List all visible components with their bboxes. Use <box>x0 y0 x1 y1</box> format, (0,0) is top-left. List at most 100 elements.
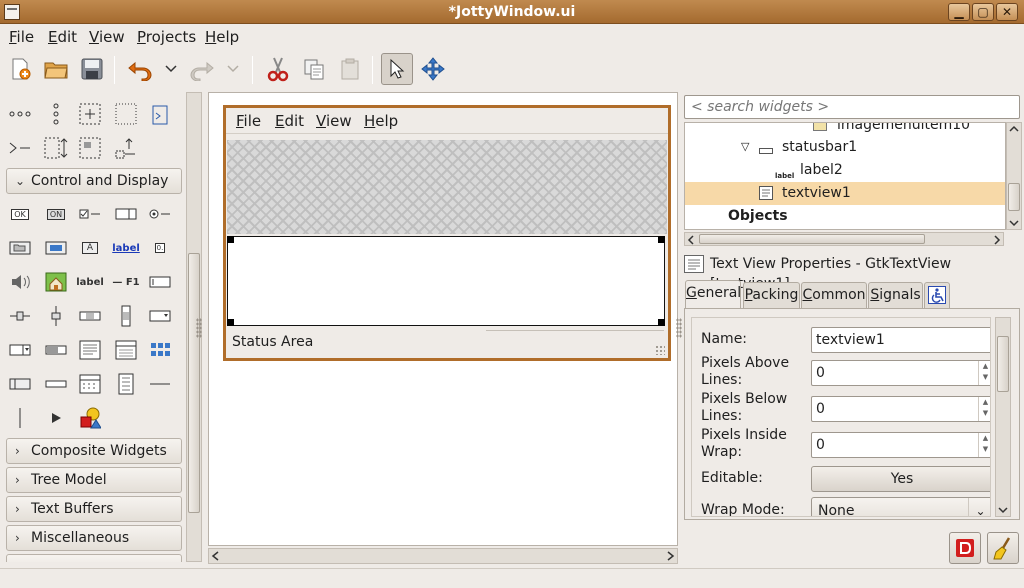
tree-row[interactable]: imagemenuitem10 <box>685 123 1005 137</box>
jotty-menu-file[interactable]: File <box>236 111 261 131</box>
drag-resize-icon[interactable] <box>417 53 449 85</box>
icon-view-icon[interactable] <box>148 338 172 362</box>
tab-packing[interactable]: Packing <box>743 282 800 308</box>
notebook-icon[interactable] <box>148 102 172 126</box>
spin-arrows-icon[interactable]: ▲ ▼ <box>978 397 990 421</box>
menu-projects[interactable]: Projects <box>137 27 196 47</box>
debug-button[interactable] <box>949 532 981 564</box>
palette-group-control-display[interactable]: ⌄ Control and Display <box>6 168 182 194</box>
vscale-icon[interactable] <box>44 304 68 328</box>
tab-accessibility[interactable] <box>924 282 950 308</box>
table-layout-icon[interactable] <box>78 102 102 126</box>
save-icon[interactable] <box>76 53 108 85</box>
menu-view[interactable]: View <box>89 27 125 47</box>
jotty-menu-help[interactable]: Help <box>364 111 398 131</box>
pixels-inside-wrap-spin[interactable]: 0 ▲ ▼ <box>811 432 990 458</box>
font-button-icon[interactable]: A <box>78 236 102 260</box>
pixels-above-spin[interactable]: 0 ▲ ▼ <box>811 360 990 386</box>
hbox-icon[interactable] <box>8 102 32 126</box>
vscrollbar-icon[interactable] <box>114 304 138 328</box>
design-horizontal-scrollbar[interactable] <box>208 548 678 564</box>
tree-row-selected[interactable]: textview1 <box>685 182 1005 205</box>
editable-toggle-button[interactable]: Yes <box>811 466 990 492</box>
hscale-icon[interactable] <box>8 304 32 328</box>
resize-handle[interactable] <box>658 319 665 326</box>
resize-handle[interactable] <box>658 236 665 243</box>
accel-label-icon[interactable]: — F1 <box>112 270 139 294</box>
tree-vertical-scrollbar[interactable] <box>1006 122 1022 230</box>
undo-history-chevron-icon[interactable] <box>162 53 180 85</box>
button-icon[interactable]: OK <box>8 202 32 226</box>
scroll-left-icon[interactable] <box>687 235 695 245</box>
tab-general[interactable]: General <box>685 280 741 309</box>
link-button-icon[interactable]: label <box>112 236 140 260</box>
text-view-icon[interactable] <box>78 338 102 362</box>
spin-arrows-icon[interactable]: ▲ ▼ <box>978 361 990 385</box>
close-button[interactable]: ✕ <box>996 3 1018 21</box>
clear-button[interactable] <box>987 532 1019 564</box>
check-button-icon[interactable] <box>78 202 102 226</box>
palette-group-text-buffers[interactable]: › Text Buffers <box>6 496 182 522</box>
resize-handle[interactable] <box>227 236 234 243</box>
file-chooser-button-icon[interactable] <box>8 236 32 260</box>
spin-arrows-icon[interactable]: ▲ ▼ <box>978 433 990 457</box>
pixels-below-spin[interactable]: 0 ▲ ▼ <box>811 396 990 422</box>
jotty-menu-bar[interactable]: File Edit View Help <box>226 108 668 134</box>
select-pointer-icon[interactable] <box>381 53 413 85</box>
tree-horizontal-scrollbar[interactable] <box>684 232 1004 246</box>
spin-button-icon[interactable] <box>114 202 138 226</box>
jotty-window-preview[interactable]: File Edit View Help Status Area <box>223 105 671 361</box>
vseparator-icon[interactable] <box>8 406 32 430</box>
tree-row[interactable]: label label2 <box>685 159 1005 182</box>
hpaned-icon[interactable] <box>8 136 32 160</box>
radio-button-icon[interactable] <box>148 202 172 226</box>
combo-box-icon[interactable] <box>148 304 172 328</box>
statusbar-icon[interactable] <box>8 372 32 396</box>
minimize-button[interactable]: ▁ <box>948 3 970 21</box>
jotty-menu-view[interactable]: View <box>316 111 352 131</box>
image-icon[interactable] <box>44 270 68 294</box>
properties-scrollbar[interactable] <box>995 317 1011 517</box>
name-field[interactable]: textview1 <box>811 327 990 353</box>
menu-file[interactable]: File <box>9 27 34 47</box>
palette-group-misc[interactable]: › Miscellaneous <box>6 525 182 551</box>
tree-row[interactable]: ▽ statusbar1 <box>685 136 1005 159</box>
undo-icon[interactable] <box>124 53 156 85</box>
copy-icon[interactable] <box>298 53 330 85</box>
volume-button-icon[interactable] <box>8 270 32 294</box>
cut-icon[interactable] <box>262 53 294 85</box>
fixed-layout-icon[interactable] <box>78 136 102 160</box>
hscrollbar-icon[interactable] <box>78 304 102 328</box>
search-widgets-input[interactable]: < search widgets > <box>684 95 1020 119</box>
scroll-right-icon[interactable] <box>665 551 675 561</box>
design-canvas[interactable]: File Edit View Help Status Area <box>208 92 678 546</box>
palette-group-clipped[interactable]: › <box>6 554 182 562</box>
toggle-button-icon[interactable]: ON <box>44 202 68 226</box>
pane-separator[interactable] <box>676 318 682 338</box>
scroll-down-icon[interactable] <box>998 506 1008 514</box>
wrap-mode-combo[interactable]: None ⌄ <box>811 497 990 516</box>
scroll-up-icon[interactable] <box>1009 125 1019 133</box>
vbox-icon[interactable] <box>44 102 68 126</box>
jotty-menu-edit[interactable]: Edit <box>275 111 304 131</box>
entry-icon[interactable] <box>148 270 172 294</box>
color-button-icon[interactable] <box>44 236 68 260</box>
menu-bar-widget-icon[interactable] <box>114 372 138 396</box>
tab-common[interactable]: Common <box>801 282 867 308</box>
scroll-left-icon[interactable] <box>211 551 221 561</box>
pane-separator[interactable] <box>196 318 202 338</box>
textview-widget[interactable] <box>227 236 665 326</box>
tree-view-icon[interactable] <box>114 338 138 362</box>
grid-layout-icon[interactable] <box>114 102 138 126</box>
menu-edit[interactable]: Edit <box>48 27 77 47</box>
resize-handle[interactable] <box>227 319 234 326</box>
scale-button-icon[interactable]: 0. <box>148 236 172 260</box>
expander-down-icon[interactable]: ▽ <box>741 136 749 158</box>
scroll-right-icon[interactable] <box>993 235 1001 245</box>
calendar-icon[interactable] <box>78 372 102 396</box>
maximize-button[interactable]: ▢ <box>972 3 994 21</box>
palette-group-tree-model[interactable]: › Tree Model <box>6 467 182 493</box>
new-file-icon[interactable] <box>4 53 36 85</box>
drawing-area-icon[interactable] <box>78 406 102 430</box>
progress-bar-icon[interactable] <box>44 338 68 362</box>
